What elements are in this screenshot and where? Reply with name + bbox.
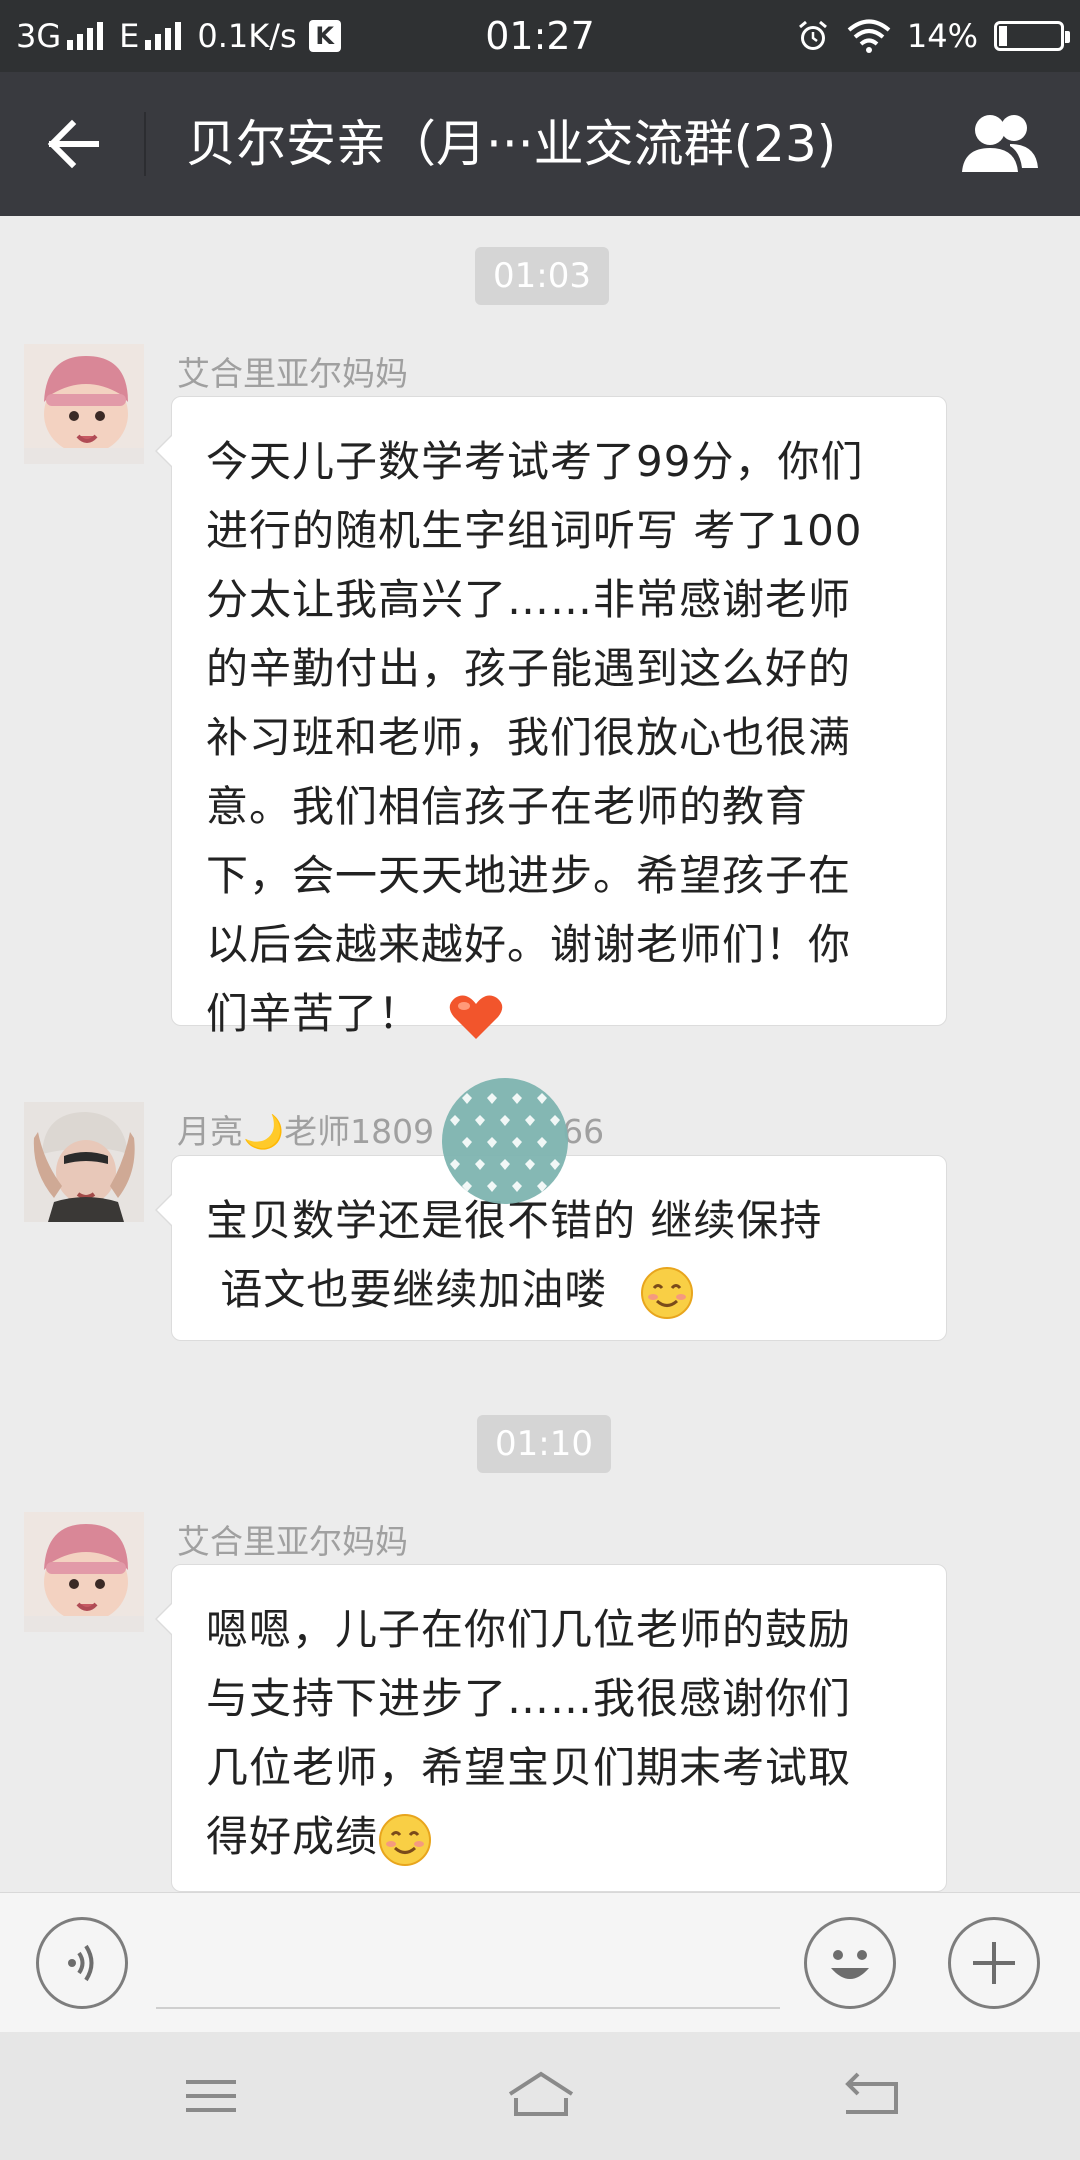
header-divider [144,112,146,176]
emoji-face-icon [831,1950,869,1979]
avatar[interactable] [24,1512,144,1632]
home-button[interactable] [496,2066,586,2126]
message-text: 们辛苦了！ [206,989,422,1038]
message-line: 以后会越来越好。谢谢老师们！你 [206,920,852,969]
message-line: 分太让我高兴了……非常感谢老师 [206,575,852,624]
group-members-button[interactable] [960,108,1040,180]
battery-percent: 14% [906,17,978,55]
message-line: 们辛苦了！ [206,979,914,1048]
message-line: 与支持下进步了……我很感谢你们 [206,1674,852,1723]
smile-emoji [379,1813,432,1866]
menu-icon [186,2080,236,2112]
message-line: 意。我们相信孩子在老师的教育 [206,782,809,831]
status-bar: 3G E 0.1K/s K 01:27 14% [0,0,1080,72]
menu-button[interactable] [166,2066,256,2126]
message-line: 下，会一天天地进步。希望孩子在 [206,851,852,900]
sender-name: 艾合里亚尔妈妈 [177,1522,408,1561]
plus-icon [973,1942,1015,1984]
avatar[interactable] [24,344,144,464]
smile-emoji [640,1266,693,1319]
chat-messages[interactable]: 01:03 艾合里亚尔妈妈 今天儿子数学考试考了99分，你们 进行的随机生字组词… [0,216,1080,1892]
home-icon [508,2071,574,2116]
group-members-icon [962,115,1038,172]
system-nav-bar [0,2032,1080,2160]
sender-name-part: 66 [562,1112,605,1151]
floating-bubble[interactable] [442,1078,568,1204]
voice-button[interactable] [36,1917,128,2009]
message-bubble[interactable]: 嗯嗯，儿子在你们几位老师的鼓励 与支持下进步了……我很感谢你们 几位老师，希望宝… [155,1564,947,1892]
sender-name: 艾合里亚尔妈妈 [177,354,408,393]
message-text: 得好成绩 [206,1812,379,1861]
time-divider: 01:03 [475,247,609,305]
avatar[interactable] [24,1102,144,1222]
message-line: 得好成绩 [206,1802,914,1871]
message-line: 今天儿子数学考试考了99分，你们 [206,437,864,486]
back-button[interactable] [40,112,110,176]
emoji-button[interactable] [804,1917,896,2009]
back-nav-icon [845,2072,898,2114]
back-nav-button[interactable] [826,2066,916,2126]
message-line: 语文也要继续加油喽 [206,1255,914,1324]
wifi-icon [847,19,891,53]
time-divider: 01:10 [477,1415,611,1473]
message-line: 宝贝数学还是很不错的 继续保持 [206,1196,823,1245]
message-bubble[interactable]: 宝贝数学还是很不错的 继续保持 语文也要继续加油喽 [155,1155,947,1341]
heart-emoji [449,995,503,1039]
input-bar [0,1892,1080,2033]
group-title: 贝尔安亲（月···业交流群(23) [186,115,837,173]
sender-name-part: 月亮🌙老师1809 [177,1112,435,1151]
message-line: 几位老师，希望宝贝们期末考试取 [206,1743,852,1792]
arrow-left-icon [47,119,99,169]
message-input[interactable] [156,2007,780,2009]
status-right: 14% [795,0,1070,72]
plus-button[interactable] [948,1917,1040,2009]
message-bubble[interactable]: 今天儿子数学考试考了99分，你们 进行的随机生字组词听写 考了100 分太让我高… [155,396,947,1039]
message-line: 嗯嗯，儿子在你们几位老师的鼓励 [206,1605,852,1654]
message-line: 补习班和老师，我们很放心也很满 [206,713,852,762]
message-text: 语文也要继续加油喽 [206,1265,622,1314]
voice-icon [68,1944,94,1982]
battery-icon [994,21,1070,51]
message-line: 的辛勤付出，孩子能遇到这么好的 [206,644,852,693]
message-line: 进行的随机生字组词听写 考了100 [206,506,863,555]
battery-fill [999,26,1007,46]
chat-header: 贝尔安亲（月···业交流群(23) [0,72,1080,216]
alarm-icon [798,20,827,50]
